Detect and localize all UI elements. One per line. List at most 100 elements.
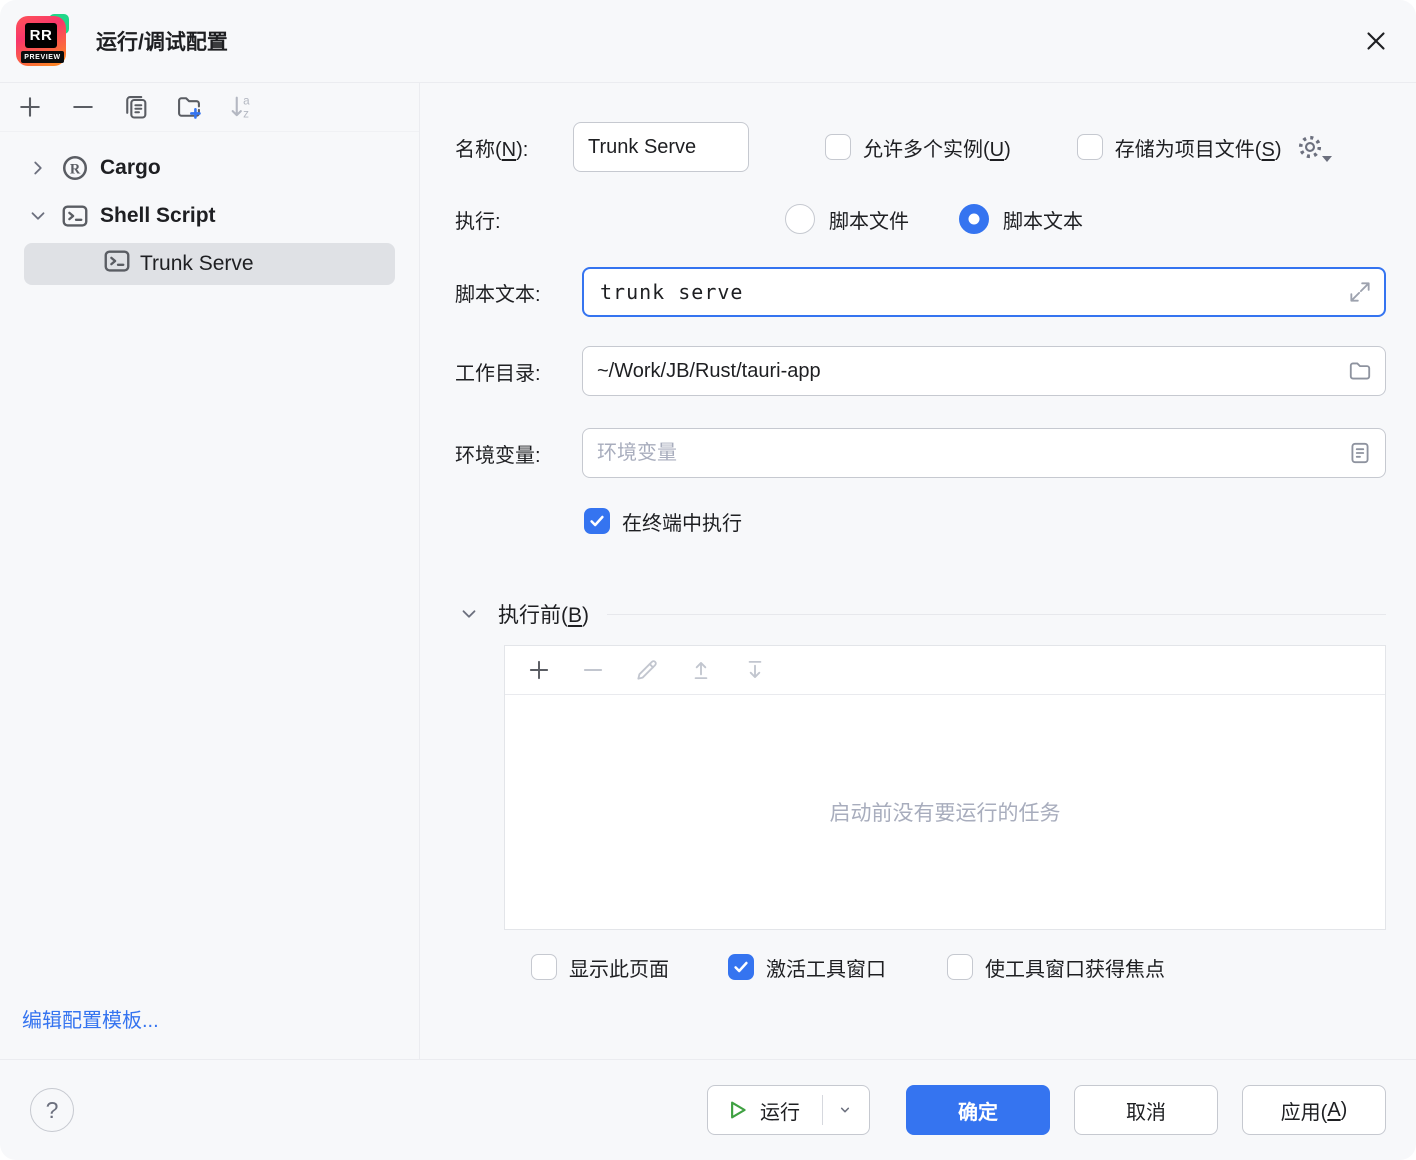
remove-task-button[interactable] — [579, 656, 607, 684]
configurations-tree: R Cargo Shell Script — [0, 132, 419, 1004]
browse-variables-icon[interactable] — [1347, 440, 1373, 466]
name-input[interactable] — [573, 122, 749, 172]
script-file-radio[interactable] — [785, 204, 815, 234]
move-task-up-button[interactable] — [687, 656, 715, 684]
add-configuration-button[interactable] — [16, 93, 44, 121]
remove-configuration-button[interactable] — [69, 93, 97, 121]
checkmark-icon — [587, 511, 607, 531]
sort-az-icon: az — [228, 93, 256, 121]
svg-text:z: z — [243, 108, 249, 121]
focus-tool-window-option[interactable]: 使工具窗口获得焦点 — [947, 953, 1165, 982]
run-debug-configurations-dialog: RR PREVIEW 运行/调试配置 — [0, 0, 1416, 1160]
copy-configuration-button[interactable] — [122, 93, 150, 121]
script-file-radio-label: 脚本文件 — [829, 205, 909, 234]
button-divider — [822, 1095, 823, 1125]
allow-multiple-instances-label: 允许多个实例(U) — [863, 133, 1011, 162]
execute-label: 执行: — [455, 205, 785, 234]
tree-item-label: Trunk Serve — [140, 252, 254, 276]
store-as-project-file-label: 存储为项目文件(S) — [1115, 133, 1282, 162]
tree-item-trunk-serve-selected[interactable]: Trunk Serve — [24, 243, 395, 285]
new-folder-button[interactable] — [175, 93, 203, 121]
cancel-button[interactable]: 取消 — [1074, 1085, 1218, 1135]
configurations-sidebar: az R Cargo — [0, 83, 420, 1059]
allow-multiple-instances-option[interactable]: 允许多个实例(U) — [825, 133, 1011, 162]
cargo-icon: R — [60, 153, 90, 183]
page-options-row: 显示此页面 激活工具窗口 使工具窗口获得焦点 — [531, 947, 1165, 987]
run-in-terminal-label: 在终端中执行 — [622, 507, 742, 536]
configuration-form: 名称(N): 允许多个实例(U) 存储为项目文件(S) — [420, 83, 1416, 1059]
script-text-label: 脚本文本: — [455, 278, 582, 307]
activate-tool-window-option[interactable]: 激活工具窗口 — [728, 953, 886, 982]
run-in-terminal-checkbox[interactable] — [584, 508, 610, 534]
folder-icon[interactable] — [1347, 358, 1373, 384]
working-directory-input[interactable] — [582, 346, 1386, 396]
run-button-label: 运行 — [760, 1096, 800, 1125]
section-divider — [607, 614, 1386, 615]
run-button[interactable]: 运行 — [707, 1085, 870, 1135]
minus-icon — [69, 93, 97, 121]
dialog-footer: ? 运行 确定 取消 应用(A) — [0, 1059, 1416, 1160]
script-text-row: 脚本文本: — [455, 267, 1386, 317]
close-button[interactable] — [1358, 23, 1394, 59]
store-as-project-file-checkbox[interactable] — [1077, 134, 1103, 160]
pencil-icon — [634, 657, 660, 683]
run-in-terminal-option[interactable]: 在终端中执行 — [584, 507, 742, 536]
edit-configuration-templates-link[interactable]: 编辑配置模板... — [0, 1004, 419, 1059]
script-text-radio[interactable] — [959, 204, 989, 234]
add-task-button[interactable] — [525, 656, 553, 684]
name-label: 名称(N): — [455, 133, 573, 162]
working-directory-field-wrap — [582, 346, 1386, 396]
help-button[interactable]: ? — [30, 1088, 74, 1132]
activate-tool-window-checkbox[interactable] — [728, 954, 754, 980]
environment-variables-input[interactable] — [582, 428, 1386, 478]
show-this-page-option[interactable]: 显示此页面 — [531, 953, 669, 982]
chevron-right-icon[interactable] — [24, 157, 52, 179]
focus-tool-window-checkbox[interactable] — [947, 954, 973, 980]
script-text-input[interactable] — [582, 267, 1386, 317]
before-launch-empty-text: 启动前没有要运行的任务 — [505, 695, 1385, 929]
logo-text: RR — [25, 23, 57, 48]
expand-icon[interactable] — [1347, 279, 1373, 305]
script-file-radio-option[interactable]: 脚本文件 — [785, 204, 909, 234]
move-up-icon — [688, 657, 714, 683]
store-as-project-file-option[interactable]: 存储为项目文件(S) — [1077, 133, 1282, 162]
move-down-icon — [742, 657, 768, 683]
chevron-down-icon[interactable] — [458, 603, 480, 625]
titlebar: RR PREVIEW 运行/调试配置 — [0, 0, 1416, 83]
sidebar-toolbar: az — [0, 83, 419, 132]
move-task-down-button[interactable] — [741, 656, 769, 684]
gear-icon — [1296, 133, 1324, 161]
dropdown-triangle-icon — [1322, 156, 1332, 162]
apply-button[interactable]: 应用(A) — [1242, 1085, 1386, 1135]
tree-item-shell-script[interactable]: Shell Script — [0, 192, 419, 240]
before-launch-toolbar — [505, 646, 1385, 695]
checkmark-icon — [731, 957, 751, 977]
sort-alphabetically-button[interactable]: az — [228, 93, 256, 121]
name-row: 名称(N): 允许多个实例(U) 存储为项目文件(S) — [455, 121, 1396, 173]
environment-variables-row: 环境变量: — [455, 428, 1386, 478]
chevron-down-icon[interactable] — [835, 1100, 855, 1120]
script-text-radio-label: 脚本文本 — [1003, 205, 1083, 234]
ok-button[interactable]: 确定 — [906, 1085, 1050, 1135]
chevron-down-icon[interactable] — [24, 205, 52, 227]
terminal-icon — [60, 201, 90, 231]
script-text-radio-option[interactable]: 脚本文本 — [959, 204, 1083, 234]
new-folder-icon — [175, 93, 203, 121]
script-text-field-wrap — [582, 267, 1386, 317]
show-this-page-label: 显示此页面 — [569, 953, 669, 982]
show-this-page-checkbox[interactable] — [531, 954, 557, 980]
edit-task-button[interactable] — [633, 656, 661, 684]
working-directory-label: 工作目录: — [455, 357, 582, 386]
environment-variables-label: 环境变量: — [455, 439, 582, 468]
question-mark-icon: ? — [46, 1097, 59, 1124]
environment-variables-field-wrap — [582, 428, 1386, 478]
focus-tool-window-label: 使工具窗口获得焦点 — [985, 953, 1165, 982]
store-options-button[interactable] — [1296, 132, 1332, 162]
allow-multiple-instances-checkbox[interactable] — [825, 134, 851, 160]
working-directory-row: 工作目录: — [455, 346, 1386, 396]
before-launch-label: 执行前(B) — [498, 599, 589, 629]
logo-preview-badge: PREVIEW — [21, 51, 64, 63]
before-launch-header: 执行前(B) — [458, 599, 1386, 629]
tree-item-cargo[interactable]: R Cargo — [0, 144, 419, 192]
tree-item-label: Shell Script — [100, 204, 216, 228]
